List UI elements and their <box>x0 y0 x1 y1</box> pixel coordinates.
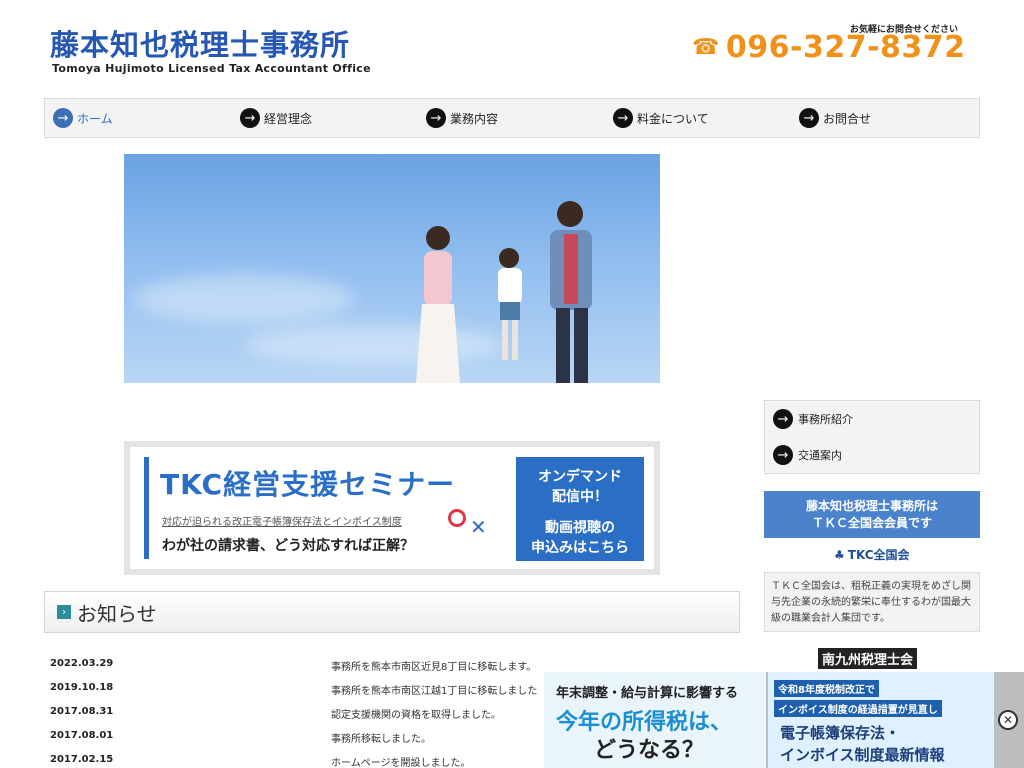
nav-item-label: 経営理念 <box>264 111 313 126</box>
tkc-mark-icon: ♣ <box>834 547 845 562</box>
ad-right-line: 令和8年度税制改正で <box>774 680 879 697</box>
tkc-description: ＴＫＣ全国会は、租税正義の実現をめざし関与先企業の永続的繁栄に奉仕するわが国最大… <box>764 572 980 632</box>
news-text: 認定支援機関の資格を取得しました。 <box>331 710 501 721</box>
circle-mark-icon <box>448 509 466 527</box>
phone-number: 096-327-8372 <box>725 30 966 65</box>
sidebar-item-label: 事務所紹介 <box>798 413 853 426</box>
sidebar-menu: → 事務所紹介 → 交通案内 <box>764 400 980 474</box>
banner-cta-line: 配信中！ <box>552 489 608 506</box>
arrow-right-icon: → <box>426 108 446 128</box>
ad-left-panel[interactable]: 年末調整・給与計算に影響する 今年の所得税は、 どうなる？ <box>544 672 766 768</box>
cross-mark-icon: ✕ <box>470 515 487 539</box>
tkc-seminar-banner[interactable]: TKC経営支援セミナー 対応が迫られる改正電子帳簿保存法とインボイス制度 わが社… <box>124 441 660 575</box>
ad-right-line: インボイス制度の経過措置が見直し <box>774 700 942 717</box>
nav-item-contact[interactable]: → お問合せ <box>799 108 871 128</box>
main-nav: → ホーム → 経営理念 → 業務内容 → 料金について → お問合せ <box>44 98 980 138</box>
ad-left-bot: どうなる？ <box>594 738 705 763</box>
banner-subtitle: 対応が迫られる改正電子帳簿保存法とインボイス制度 <box>162 517 402 528</box>
phone-number-block[interactable]: ☎ 096-327-8372 <box>692 30 966 65</box>
news-text: 事務所を熊本市南区江越1丁目に移転しました <box>331 686 538 697</box>
chevron-right-icon: › <box>57 605 71 619</box>
news-item: 2022.03.29 事務所を熊本市南区近見8丁目に移転します。 <box>44 650 740 674</box>
hero-image <box>124 154 660 383</box>
news-heading-title: お知らせ <box>77 601 157 626</box>
family-illustration <box>416 201 592 383</box>
arrow-right-icon: → <box>773 445 793 465</box>
nav-item-services[interactable]: → 業務内容 <box>426 108 498 128</box>
news-date: 2017.02.15 <box>50 754 114 765</box>
tkc-member-box: 藤本知也税理士事務所は ＴＫＣ全国会会員です <box>764 491 980 538</box>
phone-icon: ☎ <box>692 35 720 60</box>
news-date: 2022.03.29 <box>50 658 114 669</box>
arrow-right-icon: → <box>613 108 633 128</box>
nav-item-label: ホーム <box>77 111 113 126</box>
ad-right-line: インボイス制度最新情報 <box>780 746 945 764</box>
close-icon[interactable]: ✕ <box>998 710 1018 730</box>
ad-right-panel[interactable]: 令和8年度税制改正で インボイス制度の経過措置が見直し 電子帳簿保存法・ インボ… <box>768 672 994 768</box>
banner-cta-line: 申込みはこちら <box>531 539 629 556</box>
news-text: ホームページを開設しました。 <box>331 758 471 768</box>
nav-item-philosophy[interactable]: → 経営理念 <box>240 108 312 128</box>
news-text: 事務所を熊本市南区近見8丁目に移転します。 <box>331 662 537 673</box>
news-heading: › お知らせ <box>44 591 740 633</box>
nav-item-fees[interactable]: → 料金について <box>613 108 709 128</box>
site-logo-title[interactable]: 藤本知也税理士事務所 <box>50 22 350 64</box>
banner-cta[interactable]: オンデマンド 配信中！ 動画視聴の 申込みはこちら <box>516 457 644 561</box>
arrow-right-icon: → <box>240 108 260 128</box>
tkc-logo[interactable]: ♣ TKC全国会 <box>834 546 910 563</box>
ad-left-top: 年末調整・給与計算に影響する <box>556 686 739 701</box>
member-line: 藤本知也税理士事務所は <box>805 499 938 513</box>
nav-item-label: 業務内容 <box>450 111 499 126</box>
nav-item-label: 料金について <box>637 111 709 126</box>
arrow-right-icon: → <box>799 108 819 128</box>
minami-kyushu-label[interactable]: 南九州税理士会 <box>818 648 918 669</box>
news-date: 2017.08.01 <box>50 730 114 741</box>
news-text: 事務所移転しました。 <box>331 734 431 745</box>
tkc-logo-text: TKC全国会 <box>847 548 910 562</box>
member-line: ＴＫＣ全国会会員です <box>811 515 932 530</box>
news-date: 2017.08.31 <box>50 706 114 717</box>
arrow-right-icon: → <box>53 108 73 128</box>
ad-right-line: 電子帳簿保存法・ <box>780 724 901 742</box>
banner-cta-line: 動画視聴の <box>545 519 615 536</box>
sidebar-item-label: 交通案内 <box>798 449 842 462</box>
sidebar-item-office[interactable]: → 事務所紹介 <box>773 409 853 429</box>
news-date: 2019.10.18 <box>50 682 114 693</box>
sidebar-item-access[interactable]: → 交通案内 <box>773 445 842 465</box>
banner-title: TKC経営支援セミナー <box>160 468 456 501</box>
nav-item-home[interactable]: → ホーム <box>53 108 113 128</box>
arrow-right-icon: → <box>773 409 793 429</box>
site-logo-subtitle: Tomoya Hujimoto Licensed Tax Accountant … <box>52 62 371 75</box>
banner-question: わが社の請求書、どう対応すれば正解？ <box>162 538 414 554</box>
bottom-ad[interactable]: 年末調整・給与計算に影響する 今年の所得税は、 どうなる？ 令和8年度税制改正で… <box>544 672 1024 768</box>
banner-cta-line: オンデマンド <box>538 469 622 485</box>
nav-item-label: お問合せ <box>823 111 872 126</box>
